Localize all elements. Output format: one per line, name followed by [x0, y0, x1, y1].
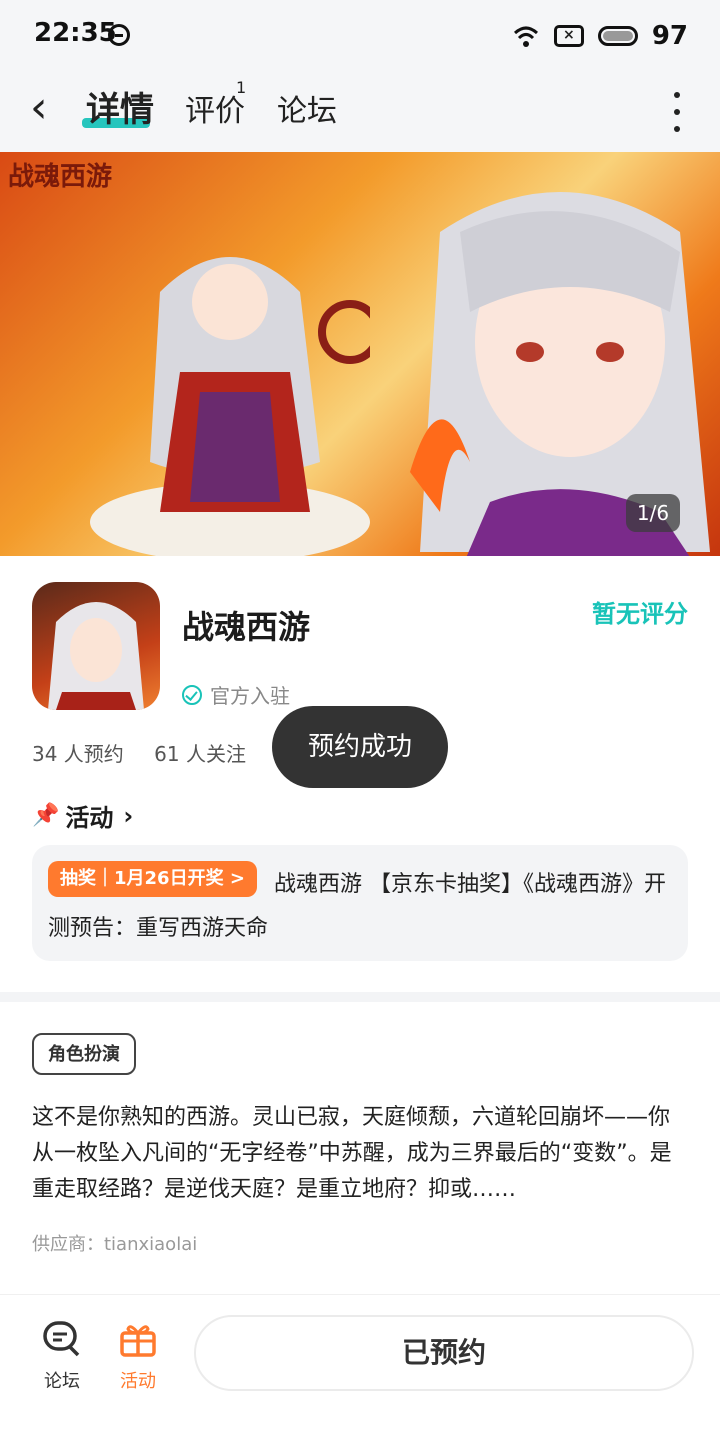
bottom-activity-button[interactable]: 活动 — [114, 1319, 162, 1393]
status-time: 22:35 — [34, 18, 117, 48]
banner-character-left — [90, 257, 370, 556]
more-options-icon[interactable] — [672, 92, 682, 132]
battery-icon — [597, 26, 638, 46]
app-icon — [32, 582, 160, 710]
app-name: 战魂西游 — [182, 608, 311, 646]
app-icon-art — [48, 602, 144, 710]
sim-error-icon: × — [553, 25, 584, 47]
bottom-action-bar: 论坛 活动 已预约 — [0, 1294, 720, 1441]
back-icon[interactable]: ‹ — [30, 86, 66, 134]
status-bar: 22:35 × 97 — [0, 0, 720, 72]
game-logo: 战魂西游 — [8, 162, 113, 192]
pin-icon: 📌 — [32, 803, 60, 828]
wifi-icon — [513, 26, 538, 47]
reserved-button[interactable]: 已预约 — [194, 1315, 694, 1391]
supplier-info: 供应商：tianxiaolai — [32, 1234, 198, 1255]
follower-count: 61 人关注 — [154, 742, 246, 766]
bottom-forum-label: 论坛 — [44, 1371, 80, 1392]
chevron-right-icon: › — [123, 801, 134, 830]
tab-details[interactable]: 详情 — [86, 82, 154, 131]
game-description[interactable]: 这不是你熟知的西游。灵山已寂，天庭倾颓，六道轮回崩坏——你从一枚坠入凡间的“无字… — [32, 1100, 688, 1208]
official-badge: 官方入驻 — [182, 680, 290, 709]
activity-card[interactable]: 战魂西游 【京东卡抽奖】《战魂西游》开测预告：重写西游天命 抽奖｜1月26日开奖… — [32, 845, 688, 961]
app-stats: 34 人预约 61 人关注 — [32, 738, 270, 767]
status-indicators: × 97 — [512, 20, 688, 52]
lottery-tag: 抽奖｜1月26日开奖 > — [48, 861, 257, 897]
official-label: 官方入驻 — [210, 684, 290, 708]
chat-bubble-icon — [43, 1321, 80, 1357]
message-icon — [108, 24, 130, 46]
genre-tag[interactable]: 角色扮演 — [32, 1033, 136, 1075]
top-nav: ‹ 详情 评价 1 论坛 — [0, 72, 720, 152]
reservation-count: 34 人预约 — [32, 742, 124, 766]
bottom-activity-label: 活动 — [120, 1371, 156, 1392]
activity-header-label: 活动 — [65, 804, 114, 832]
banner-carousel[interactable]: 战魂西游 1/6 — [0, 152, 720, 556]
battery-level: 97 — [651, 21, 688, 51]
tab-forum[interactable]: 论坛 — [277, 86, 337, 130]
rating-status: 暂无评分 — [592, 600, 688, 628]
verified-check-icon — [182, 684, 202, 705]
bottom-forum-button[interactable]: 论坛 — [38, 1319, 86, 1393]
activity-section-header[interactable]: 📌 活动 › — [32, 798, 133, 833]
carousel-counter: 1/6 — [626, 494, 680, 532]
section-divider — [0, 992, 720, 1002]
gift-icon — [120, 1325, 156, 1357]
reservation-success-toast: 预约成功 — [272, 706, 448, 788]
reviews-count-badge: 1 — [236, 78, 247, 97]
